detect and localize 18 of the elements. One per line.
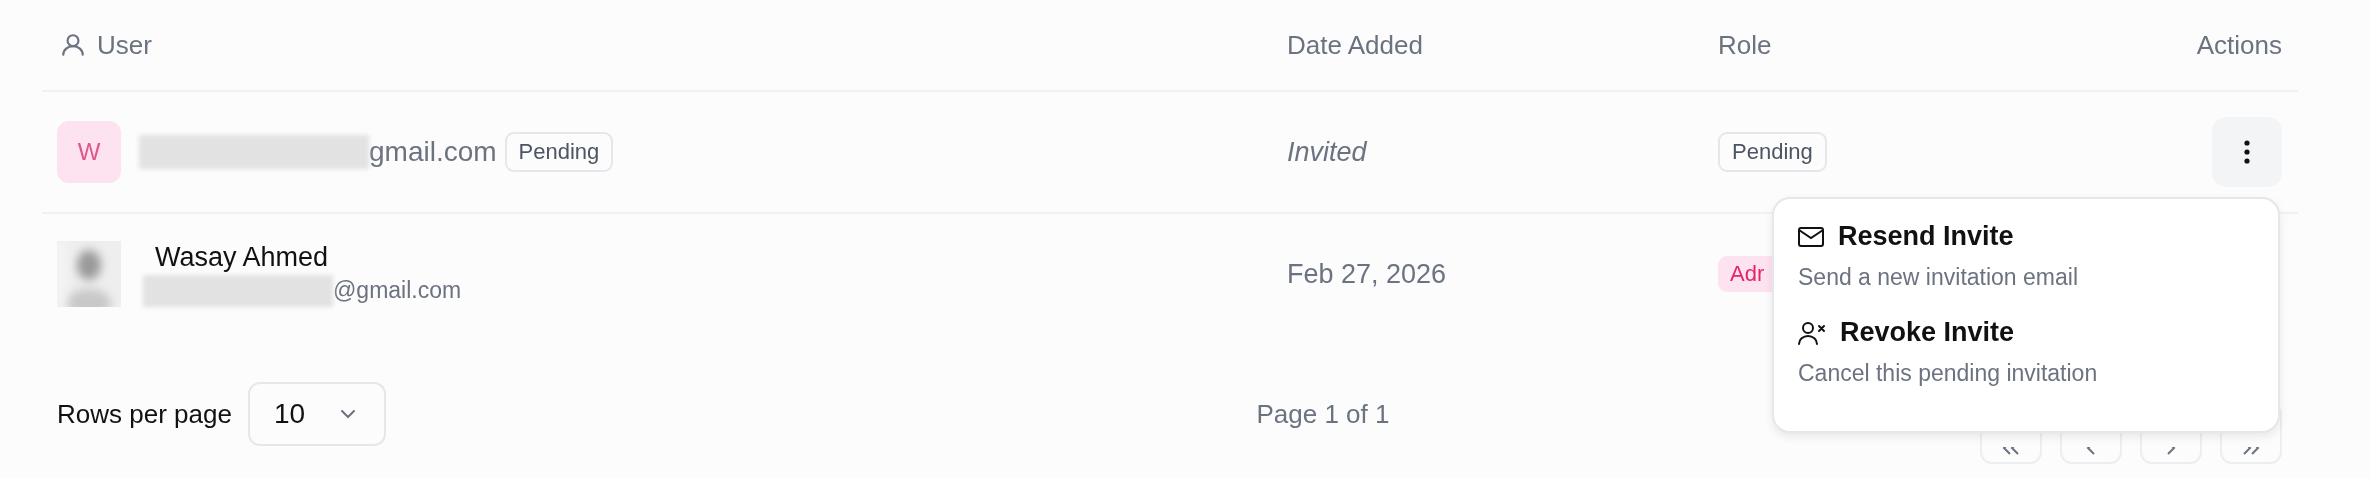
- column-header: User: [97, 29, 152, 61]
- column-header: Role: [1718, 29, 1772, 61]
- user-email: gmail.com: [369, 136, 497, 168]
- date-added: Invited: [1287, 136, 1367, 168]
- column-header: Date Added: [1287, 29, 1423, 61]
- menu-item[interactable]: Resend Invite: [1838, 221, 2014, 252]
- rows-per-page-label: Rows per page: [57, 398, 232, 430]
- user-email: @gmail.com: [333, 277, 462, 304]
- user-name: Wasay Ahmed: [154, 241, 330, 273]
- avatar: W: [57, 121, 121, 183]
- menu-item[interactable]: Revoke Invite: [1840, 317, 2015, 348]
- page-indicator: Page 1 of 1: [1256, 398, 1390, 430]
- column-header: Actions: [2196, 29, 2282, 61]
- status-badge: Pending: [504, 132, 614, 172]
- date-added: Feb 27, 2026: [1287, 258, 1447, 290]
- menu-item-description: Cancel this pending invitation: [1798, 360, 2099, 387]
- role-badge: Pending: [1718, 132, 1827, 172]
- rows-per-page-select[interactable]: 10: [247, 382, 386, 446]
